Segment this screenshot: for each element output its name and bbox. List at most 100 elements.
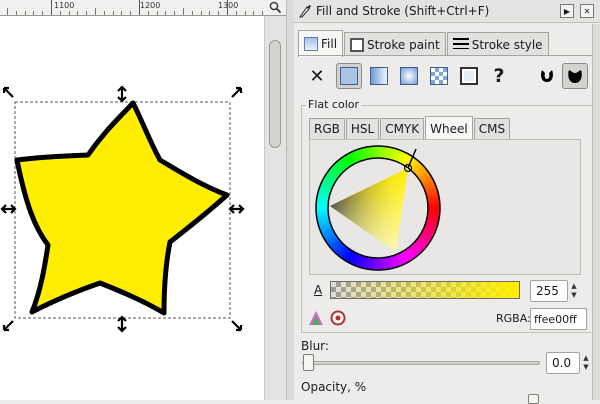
- tab-label: Stroke style: [471, 37, 543, 52]
- horizontal-ruler: 1100 1200 1300: [0, 0, 264, 16]
- tab-stroke-style[interactable]: Stroke style: [446, 32, 549, 56]
- swatch-icon: [460, 67, 478, 85]
- alpha-stepper[interactable]: ▲ ▼: [569, 280, 579, 302]
- ruler-tick: [174, 11, 176, 15]
- alpha-input[interactable]: 255: [530, 280, 568, 302]
- fill-rule-evenodd-icon: [541, 70, 553, 82]
- pattern-icon: [430, 67, 448, 85]
- ruler-tick: [86, 11, 88, 15]
- blur-slider-handle[interactable]: [303, 354, 314, 371]
- ruler-tick: [95, 8, 96, 15]
- flat-color-button[interactable]: [336, 63, 362, 89]
- ruler-tick: [183, 8, 184, 15]
- rgba-input[interactable]: ffee00ff: [530, 308, 587, 330]
- fill-stroke-dialog-icon: [299, 5, 311, 18]
- tab-rgb[interactable]: RGB: [309, 118, 345, 139]
- resize-handle-ne[interactable]: [231, 86, 243, 98]
- resize-handle-sw[interactable]: [2, 320, 14, 332]
- ruler-tick: [24, 11, 26, 15]
- canvas-vertical-scrollbar[interactable]: [264, 16, 286, 400]
- ruler-tick: [156, 11, 158, 15]
- fill-rule-evenodd-button[interactable]: [534, 63, 560, 89]
- alpha-value: 255: [536, 284, 559, 298]
- ruler-tick: [15, 11, 17, 15]
- ruler-tick: [227, 0, 228, 15]
- alpha-slider[interactable]: [330, 281, 520, 299]
- blur-input[interactable]: 0.0: [546, 352, 580, 374]
- dialog-close-button[interactable]: ✕: [580, 4, 594, 18]
- pattern-button[interactable]: [426, 63, 452, 89]
- ruler-tick: [59, 11, 61, 15]
- ruler-tick: [191, 11, 193, 15]
- ruler-tick: [33, 11, 35, 15]
- unset-paint-icon: ?: [493, 65, 505, 87]
- star-shape[interactable]: [14, 100, 230, 316]
- swatch-button[interactable]: [456, 63, 482, 89]
- color-managed-icon[interactable]: [308, 310, 324, 326]
- drawing-canvas[interactable]: 1100 1200 1300: [0, 0, 264, 400]
- color-mode-tabs: RGB HSL CMYK Wheel CMS: [309, 116, 511, 140]
- tab-label: RGB: [314, 122, 340, 136]
- blur-slider[interactable]: [302, 361, 540, 365]
- color-wheel[interactable]: [310, 140, 582, 276]
- tab-cmyk[interactable]: CMYK: [380, 118, 425, 139]
- paint-type-toolbar: ✕ ?: [304, 63, 594, 93]
- linear-gradient-button[interactable]: [366, 63, 392, 89]
- dialog-menu-button[interactable]: ▶: [560, 4, 574, 18]
- fill-rule-nonzero-button[interactable]: [562, 63, 588, 89]
- flat-color-icon: [340, 67, 358, 85]
- star-shape-canvas: [0, 85, 245, 333]
- spin-up-icon[interactable]: ▲: [571, 282, 576, 291]
- resize-handle-se[interactable]: [231, 320, 243, 332]
- tab-label: CMS: [478, 122, 506, 136]
- zoom-magnifier-icon[interactable]: [264, 0, 286, 16]
- ruler-tick: [103, 11, 105, 15]
- tab-hsl[interactable]: HSL: [345, 118, 380, 139]
- ruler-tick: [77, 11, 79, 15]
- tab-label: Fill: [321, 37, 338, 51]
- fill-swatch-icon: [304, 37, 318, 51]
- opacity-slider-handle[interactable]: [528, 394, 539, 404]
- dialog-scrollbar[interactable]: [592, 24, 600, 400]
- radial-gradient-button[interactable]: [396, 63, 422, 89]
- ruler-tick: [68, 11, 70, 15]
- dock-separator[interactable]: [286, 0, 294, 400]
- ruler-label: 1200: [140, 1, 161, 10]
- ruler-tick: [130, 11, 132, 15]
- dialog-title: Fill and Stroke (Shift+Ctrl+F): [316, 4, 490, 18]
- resize-handle-s[interactable]: [117, 315, 127, 333]
- dialog-titlebar[interactable]: Fill and Stroke (Shift+Ctrl+F) ▶ ✕: [294, 0, 600, 23]
- no-paint-button[interactable]: ✕: [304, 63, 330, 89]
- resize-handle-w[interactable]: [0, 204, 17, 214]
- rgba-label: RGBA:: [496, 312, 531, 325]
- tab-label: Wheel: [430, 121, 468, 136]
- tab-cms[interactable]: CMS: [473, 118, 511, 139]
- spin-down-icon[interactable]: ▼: [571, 291, 576, 300]
- tab-fill[interactable]: Fill: [298, 30, 344, 57]
- ruler-label: 1300: [218, 1, 239, 10]
- resize-handle-nw[interactable]: [2, 86, 14, 98]
- opacity-label: Opacity, %: [301, 380, 367, 394]
- spin-up-icon[interactable]: ▲: [583, 354, 588, 363]
- ruler-tick: [7, 8, 8, 15]
- ruler-tick: [51, 0, 52, 15]
- resize-handle-n[interactable]: [117, 85, 127, 103]
- blur-stepper[interactable]: ▲ ▼: [581, 352, 591, 374]
- fill-rule-nonzero-icon: [568, 70, 582, 83]
- color-wheel-panel: [309, 139, 581, 275]
- tab-wheel[interactable]: Wheel: [425, 116, 473, 140]
- unset-paint-button[interactable]: ?: [486, 63, 512, 89]
- no-paint-icon: ✕: [309, 65, 325, 87]
- spin-down-icon[interactable]: ▼: [583, 363, 588, 372]
- stroke-style-icon: [452, 37, 469, 52]
- out-of-gamut-icon[interactable]: [330, 310, 346, 326]
- ruler-label: 1100: [54, 1, 75, 10]
- ruler-tick: [139, 0, 140, 15]
- tab-label: HSL: [350, 122, 375, 136]
- scrollbar-thumb[interactable]: [269, 40, 281, 148]
- tab-stroke-paint[interactable]: Stroke paint: [344, 32, 446, 56]
- resize-handle-e[interactable]: [228, 204, 245, 214]
- stroke-paint-swatch-icon: [350, 37, 365, 52]
- alpha-row: A 255 ▲ ▼: [312, 278, 582, 306]
- ruler-tick: [165, 11, 167, 15]
